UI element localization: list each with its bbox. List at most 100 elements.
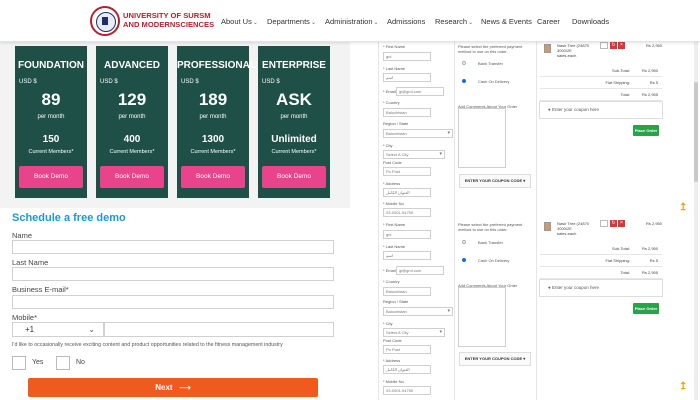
mobile-input[interactable]: 03-0001-94755	[383, 386, 431, 395]
cash-on-delivery-radio[interactable]	[462, 79, 466, 83]
name-input[interactable]	[12, 240, 334, 254]
schedule-demo-title: Schedule a free demo	[12, 212, 126, 224]
consent-yes-radio[interactable]	[12, 356, 26, 370]
product-unit: sales-each	[557, 231, 577, 236]
bank-transfer-label: Bank Transfer	[478, 61, 503, 66]
scrollbar-thumb[interactable]	[694, 82, 698, 182]
last-name-input[interactable]: اسم	[383, 73, 431, 82]
nav-career[interactable]: Career	[537, 17, 560, 26]
scroll-to-top-icon[interactable]: ↥	[679, 381, 687, 392]
nav-about-us[interactable]: About Us⌄	[221, 17, 258, 26]
plan-card-foundation: FOUNDATION USD $ 89 per month 150 Curren…	[15, 46, 87, 198]
chevron-down-icon: ⌄	[468, 20, 474, 26]
next-button[interactable]: Next ⟶	[28, 378, 318, 397]
plan-members-label: Current Members*	[190, 149, 236, 155]
university-logo-icon[interactable]	[90, 6, 120, 36]
bank-transfer-radio[interactable]	[462, 240, 466, 244]
plan-card-advanced: ADVANCED USD $ 129 per month 400 Current…	[96, 46, 168, 198]
region-label: Region / State	[383, 121, 409, 126]
place-order-button[interactable]: Place Order	[633, 125, 659, 136]
country-label: * Country	[383, 100, 400, 105]
book-demo-button[interactable]: Book Demo	[181, 166, 245, 188]
subtotal-label: Sub-Total:	[611, 246, 630, 251]
region-select[interactable]: Balochistan	[383, 129, 453, 138]
comments-textarea[interactable]	[458, 287, 506, 347]
total-label: Total:	[620, 92, 630, 97]
plan-price: 129	[117, 90, 147, 109]
scroll-to-top-icon[interactable]: ↥	[679, 202, 687, 213]
book-demo-button[interactable]: Book Demo	[100, 166, 164, 188]
city-select[interactable]: Select A City	[383, 150, 445, 159]
nav-downloads[interactable]: Downloads	[572, 17, 609, 26]
nav-administration[interactable]: Administration⌄	[325, 17, 379, 26]
city-select[interactable]: Select A City	[383, 328, 445, 337]
chevron-down-icon: ⌄	[373, 20, 379, 26]
product-thumbnail[interactable]	[544, 222, 551, 231]
last-name-input[interactable]: اسم	[383, 251, 431, 260]
payment-method-prompt: Please select the preferred payment meth…	[458, 44, 523, 54]
coupon-input[interactable]: ● Enter your coupon here	[539, 279, 663, 297]
coupon-input[interactable]: ● Enter your coupon here	[539, 101, 663, 119]
bank-transfer-radio[interactable]	[462, 61, 466, 65]
refresh-icon[interactable]: ↻	[610, 220, 617, 227]
nav-admissions[interactable]: Admissions	[387, 17, 425, 26]
quantity-input[interactable]	[600, 220, 608, 227]
chevron-down-icon: ⌄	[252, 20, 258, 26]
comments-textarea[interactable]	[458, 108, 506, 168]
postcode-input[interactable]: Po Post	[383, 167, 431, 176]
university-name[interactable]: UNIVERSITY OF SURSM AND MODERNSCIENCES	[123, 11, 223, 29]
country-code-select[interactable]: +1 ⌄	[12, 322, 104, 337]
scrollbar[interactable]	[694, 42, 698, 400]
nav-research[interactable]: Research⌄	[435, 17, 473, 26]
email-input[interactable]: gl@gml.com	[396, 87, 444, 96]
shipping-value: Rs 5	[649, 80, 658, 85]
total-value: Rs 2,955	[641, 270, 658, 275]
chevron-down-icon: ⌄	[310, 20, 316, 26]
divider	[536, 42, 537, 400]
site-header: UNIVERSITY OF SURSM AND MODERNSCIENCES A…	[0, 0, 700, 42]
mobile-input[interactable]	[104, 322, 334, 337]
nav-departments[interactable]: Departments⌄	[267, 17, 316, 26]
country-label: * Country	[383, 279, 400, 284]
plan-price: 189	[198, 90, 228, 109]
plan-currency: USD $	[181, 79, 199, 85]
book-demo-button[interactable]: Book Demo	[262, 166, 326, 188]
region-select[interactable]: Balochistan	[383, 307, 453, 316]
nav-label: News & Events	[481, 17, 532, 26]
plan-members-label: Current Members*	[271, 149, 317, 155]
plan-currency: USD $	[100, 79, 118, 85]
nav-label: Departments	[267, 17, 310, 26]
mobile-input[interactable]: 03-0001-94755	[383, 208, 431, 217]
enter-coupon-button[interactable]: ENTER YOUR COUPON CODE ▾	[459, 352, 531, 366]
postcode-label: Post Code	[383, 160, 402, 165]
total-row: Total: Rs 2,955	[540, 89, 662, 101]
city-label: * City	[383, 143, 393, 148]
nav-label: About Us	[221, 17, 252, 26]
country-input[interactable]: Balochistan	[383, 287, 431, 296]
shipping-value: Rs 5	[649, 258, 658, 263]
consent-no-radio[interactable]	[56, 356, 70, 370]
enter-coupon-button[interactable]: ENTER YOUR COUPON CODE ▾	[459, 174, 531, 188]
product-thumbnail[interactable]	[544, 44, 551, 53]
nav-label: Research	[435, 17, 468, 26]
quantity-input[interactable]	[600, 42, 608, 49]
country-input[interactable]: Balochistan	[383, 108, 431, 117]
subtotal-row: Sub-Total: Rs 2,950	[540, 65, 662, 77]
place-order-button[interactable]: Place Order	[633, 303, 659, 314]
remove-icon[interactable]: ×	[618, 220, 625, 227]
cash-on-delivery-radio[interactable]	[462, 258, 466, 262]
first-name-input[interactable]: gnl	[383, 230, 431, 239]
postcode-input[interactable]: Po Post	[383, 345, 431, 354]
first-name-input[interactable]: gnl	[383, 52, 431, 61]
address-input[interactable]: العنوان الكامل	[383, 365, 431, 374]
address-input[interactable]: العنوان الكامل	[383, 188, 431, 197]
remove-icon[interactable]: ×	[618, 42, 625, 49]
nav-news-events[interactable]: News & Events	[481, 17, 532, 26]
email-input[interactable]: gl@gml.com	[396, 266, 444, 275]
last-name-input[interactable]	[12, 267, 334, 281]
book-demo-button[interactable]: Book Demo	[19, 166, 83, 188]
shipping-label: Flat Shipping:	[605, 80, 630, 85]
business-email-input[interactable]	[12, 295, 334, 309]
mobile-label: * Mobile No	[383, 379, 404, 384]
refresh-icon[interactable]: ↻	[610, 42, 617, 49]
